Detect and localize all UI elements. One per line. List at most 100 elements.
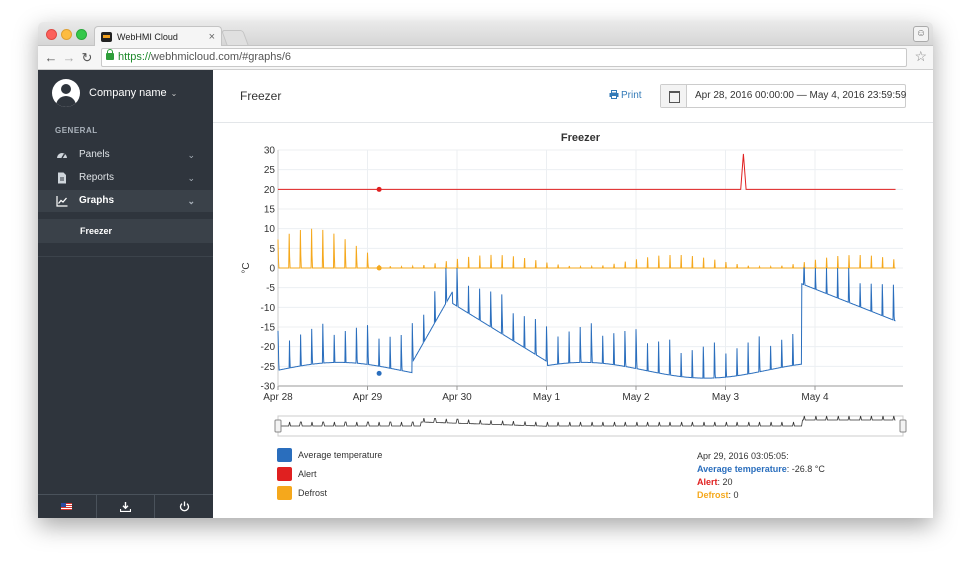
y-tick-label: 20 [264, 185, 276, 196]
x-tick-label: Apr 28 [263, 392, 293, 403]
section-label: GENERAL [55, 126, 98, 135]
navigator-right-handle [899, 419, 907, 433]
defrost-hover-point [376, 265, 382, 271]
legend-label: Defrost [298, 488, 328, 498]
zoom-window-button[interactable] [76, 29, 87, 40]
readout-label: Average temperature [697, 464, 787, 474]
avatar[interactable] [52, 79, 80, 107]
back-arrow-icon[interactable]: ← [44, 49, 58, 67]
readout-time: Apr 29, 2016 03:05:05: [697, 451, 789, 461]
date-range-picker[interactable]: Apr 28, 2016 00:00:00 — May 4, 2016 23:5… [660, 84, 906, 108]
sidebar-item-label: Reports [79, 172, 115, 183]
y-tick-label: 10 [264, 224, 276, 235]
sidebar-item-label: Graphs [79, 195, 115, 206]
sidebar-divider [38, 256, 213, 257]
y-tick-label: 30 [264, 146, 276, 157]
legend-label: Alert [298, 469, 317, 479]
file-icon [58, 172, 66, 184]
language-button[interactable] [38, 495, 97, 518]
page-header: Freezer Print Apr 28, 2016 00:00:00 — Ma… [213, 70, 933, 123]
chart-readout: Apr 29, 2016 03:05:05: Average temperatu… [697, 450, 825, 502]
y-tick-label: -25 [261, 362, 276, 373]
x-tick-label: Apr 29 [353, 392, 383, 403]
y-tick-label: -10 [261, 303, 276, 314]
power-icon [179, 501, 189, 512]
chevron-down-icon: ⌄ [187, 150, 195, 160]
sidebar-item-graphs[interactable]: Graphs ⌄ [38, 190, 213, 212]
address-toolbar: ← → ↻ https://webhmicloud.com/#graphs/6 … [38, 46, 933, 70]
download-button[interactable] [97, 495, 156, 518]
y-tick-label: 5 [269, 244, 275, 255]
sidebar: Company name ⌄ GENERAL Panels ⌄ Reports ⌄… [38, 70, 213, 518]
forward-arrow-icon[interactable]: → [62, 49, 76, 67]
us-flag-icon [61, 503, 73, 510]
legend-swatch [277, 486, 292, 500]
readout-value: : 20 [717, 477, 733, 487]
dashboard-icon [57, 153, 67, 159]
readout-defrost: Defrost: 0 [697, 489, 825, 502]
printer-icon [609, 90, 619, 99]
y-tick-label: 15 [264, 205, 276, 216]
sidebar-subitem-freezer[interactable]: Freezer [38, 219, 213, 243]
url-bar[interactable]: https://webhmicloud.com/#graphs/6 [101, 48, 907, 67]
print-label: Print [621, 90, 642, 101]
tab-title: WebHMI Cloud [117, 32, 178, 42]
url-path: webhmicloud.com/#graphs/6 [151, 51, 292, 63]
logout-button[interactable] [155, 495, 213, 518]
new-tab-button[interactable] [221, 30, 249, 46]
chart-title: Freezer [561, 132, 601, 144]
readout-average-temperature: Average temperature: -26.8 °C [697, 463, 825, 476]
sidebar-footer [38, 494, 213, 518]
calendar-icon [661, 85, 687, 107]
tab-close-icon[interactable]: × [209, 27, 215, 47]
y-tick-label: -20 [261, 342, 276, 353]
download-icon [120, 501, 131, 512]
legend-label: Average temperature [298, 450, 383, 460]
x-tick-label: May 4 [801, 392, 829, 403]
date-range-value: Apr 28, 2016 00:00:00 — May 4, 2016 23:5… [695, 90, 907, 101]
readout-label: Defrost [697, 490, 729, 500]
series-alert-line [278, 153, 896, 190]
tab-bar: WebHMI Cloud × ☺ [38, 22, 933, 47]
navigator-left-handle [274, 419, 282, 433]
company-name: Company name [89, 87, 167, 99]
chevron-down-icon: ⌄ [187, 196, 195, 206]
readout-value: : 0 [728, 490, 739, 500]
company-menu[interactable]: Company name ⌄ [89, 87, 177, 99]
sidebar-item-label: Panels [79, 149, 110, 160]
page-title: Freezer [240, 89, 282, 103]
readout-label: Alert [697, 477, 718, 487]
y-tick-label: -5 [266, 283, 275, 294]
sidebar-item-reports[interactable]: Reports ⌄ [38, 167, 213, 189]
freezer-chart[interactable]: Freezer302520151050-5-10-15-20-25-30Apr … [213, 126, 933, 446]
profile-icon[interactable]: ☺ [913, 26, 929, 42]
bookmark-star-icon[interactable]: ☆ [914, 48, 927, 65]
close-window-button[interactable] [46, 29, 57, 40]
webhmi-favicon-icon [101, 32, 112, 42]
line-chart-icon [56, 196, 68, 207]
sidebar-item-panels[interactable]: Panels ⌄ [38, 144, 213, 166]
chevron-down-icon: ⌄ [187, 173, 195, 183]
y-tick-label: 25 [264, 165, 276, 176]
minimize-window-button[interactable] [61, 29, 72, 40]
y-tick-label: 0 [269, 264, 275, 275]
x-tick-label: May 3 [712, 392, 740, 403]
browser-window: WebHMI Cloud × ☺ ← → ↻ https://webhmiclo… [38, 22, 933, 518]
series-average-temperature-line [277, 267, 896, 379]
x-tick-label: Apr 30 [442, 392, 472, 403]
readout-value: : -26.8 °C [786, 464, 825, 474]
x-tick-label: May 2 [622, 392, 650, 403]
legend-swatch [277, 448, 292, 462]
lock-icon [106, 49, 114, 60]
print-button[interactable]: Print [609, 90, 642, 101]
chevron-down-icon: ⌄ [170, 89, 178, 98]
alert-hover-point [376, 186, 382, 192]
y-tick-label: -30 [261, 382, 276, 393]
browser-tab[interactable]: WebHMI Cloud × [94, 26, 222, 47]
x-tick-label: May 1 [533, 392, 561, 403]
main-content: Freezer Print Apr 28, 2016 00:00:00 — Ma… [213, 70, 933, 518]
url-scheme: https:// [118, 51, 152, 63]
reload-icon[interactable]: ↻ [80, 49, 94, 67]
temperature-hover-point [376, 370, 382, 376]
readout-alert: Alert: 20 [697, 476, 825, 489]
